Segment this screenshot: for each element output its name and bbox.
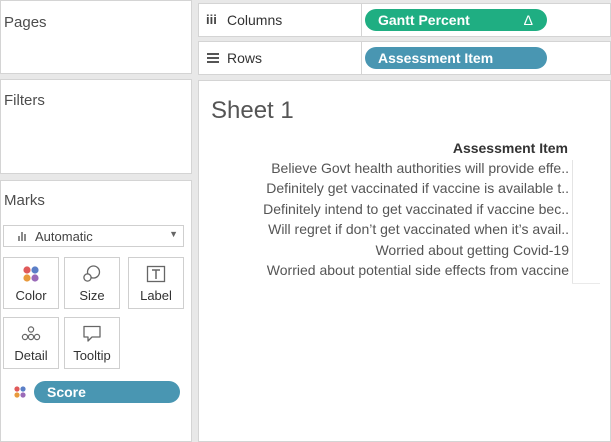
tooltip-button[interactable]: Tooltip <box>64 317 120 369</box>
size-shapes-icon <box>65 264 119 284</box>
size-button[interactable]: Size <box>64 257 120 309</box>
color-label: Color <box>15 288 47 303</box>
sheet-title[interactable]: Sheet 1 <box>211 97 294 125</box>
row-header[interactable]: Will regret if don’t get vaccinated when… <box>199 221 570 241</box>
columns-shelf[interactable]: iii Columns Gantt Percent Δ <box>198 3 611 37</box>
columns-label: Columns <box>227 12 283 28</box>
score-pill-label: Score <box>47 384 86 400</box>
rows-label: Rows <box>227 50 263 66</box>
detail-button[interactable]: Detail <box>3 317 59 369</box>
rows-shelf[interactable]: Rows Assessment Item <box>198 41 611 75</box>
mark-type-dropdown[interactable]: Automatic ▼ <box>3 225 184 247</box>
rows-icon <box>207 53 219 63</box>
color-dots-icon <box>13 385 27 399</box>
row-header[interactable]: Definitely intend to get vaccinated if v… <box>199 201 570 221</box>
tooltip-label: Tooltip <box>73 348 111 363</box>
mark-type-label: Automatic <box>35 229 93 244</box>
filters-card[interactable]: Filters <box>0 79 192 174</box>
rows-shelf-label: Rows <box>199 42 362 74</box>
detail-dots-icon <box>4 324 58 344</box>
pages-card[interactable]: Pages <box>0 0 192 74</box>
row-header[interactable]: Worried about getting Covid-19 <box>199 242 570 262</box>
row-header[interactable]: Believe Govt health authorities will pro… <box>199 160 570 180</box>
row-header[interactable]: Definitely get vaccinated if vaccine is … <box>199 180 570 200</box>
row-header[interactable]: Worried about potential side effects fro… <box>199 262 570 282</box>
color-button[interactable]: Color <box>3 257 59 309</box>
assessment-item-pill[interactable]: Assessment Item <box>365 47 547 69</box>
marks-title: Marks <box>4 192 45 209</box>
header-divider <box>572 283 600 284</box>
color-field-row: Score <box>10 380 182 404</box>
label-button[interactable]: Label <box>128 257 184 309</box>
assessment-item-list: Believe Govt health authorities will pro… <box>199 160 570 282</box>
header-divider <box>572 160 573 284</box>
pages-title: Pages <box>4 14 47 31</box>
delta-icon: Δ <box>523 12 533 28</box>
score-pill[interactable]: Score <box>34 381 180 403</box>
chevron-down-icon[interactable]: ▼ <box>169 229 178 239</box>
gantt-percent-pill-label: Gantt Percent <box>378 12 470 28</box>
columns-shelf-label: iii Columns <box>199 4 362 36</box>
tooltip-bubble-icon <box>65 324 119 344</box>
detail-label: Detail <box>14 348 48 363</box>
assessment-item-pill-label: Assessment Item <box>378 50 494 66</box>
sheet-view: Sheet 1 Assessment Item Believe Govt hea… <box>198 80 611 442</box>
bar-chart-icon <box>18 232 28 241</box>
size-label: Size <box>79 288 105 303</box>
columns-icon: iii <box>206 12 217 27</box>
column-header[interactable]: Assessment Item <box>453 140 568 156</box>
gantt-percent-pill[interactable]: Gantt Percent Δ <box>365 9 547 31</box>
filters-title: Filters <box>4 92 45 109</box>
label-label: Label <box>140 288 172 303</box>
label-t-icon <box>129 264 183 284</box>
color-dots-icon <box>4 264 58 284</box>
